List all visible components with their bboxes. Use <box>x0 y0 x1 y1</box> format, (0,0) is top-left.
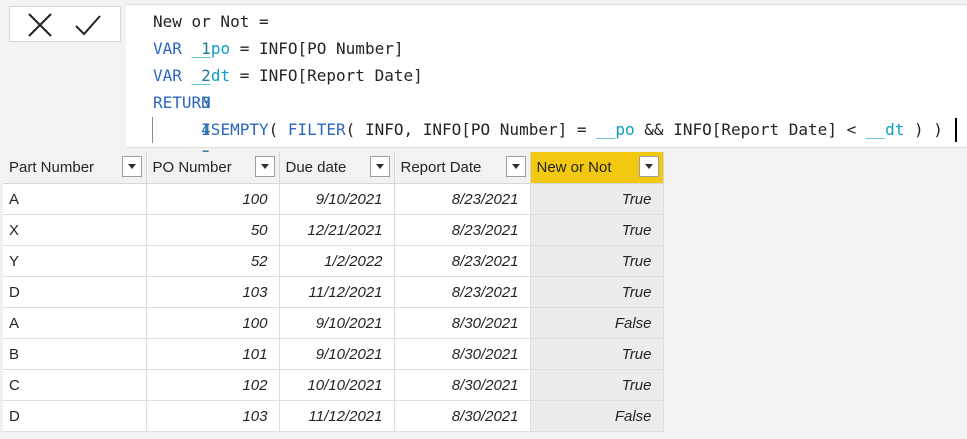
cell-due-date[interactable]: 11/12/2021 <box>279 400 395 432</box>
cell-new-or-not[interactable]: False <box>530 400 664 432</box>
expression-text: ) ) <box>904 120 943 139</box>
cell-report-date[interactable]: 8/23/2021 <box>394 214 531 246</box>
chevron-down-icon[interactable] <box>254 156 275 177</box>
measure-declaration: New or Not = <box>153 12 269 31</box>
expression-text: ( <box>268 120 288 139</box>
column-header-report-date[interactable]: Report Date <box>394 152 531 184</box>
column-header-label: PO Number <box>152 159 232 176</box>
table-row: A 100 9/10/2021 8/23/2021 True <box>3 183 664 215</box>
cell-po-number[interactable]: 102 <box>146 369 280 401</box>
chevron-down-icon[interactable] <box>369 156 390 177</box>
function-filter: FILTER <box>287 120 346 139</box>
column-header-part-number[interactable]: Part Number <box>3 152 147 184</box>
variable-dt: __dt <box>191 66 231 85</box>
cell-due-date[interactable]: 12/21/2021 <box>279 214 395 246</box>
expression-text: ( INFO, INFO[PO Number] = <box>345 120 597 139</box>
function-isempty: ISEMPTY <box>201 120 269 139</box>
cancel-formula-button[interactable] <box>26 11 54 39</box>
cell-part-number[interactable]: D <box>3 276 147 308</box>
code-line-2: 2 VAR __po = INFO[PO Number] <box>126 35 403 85</box>
header-row: Part Number PO Number Due date Report Da… <box>3 152 664 184</box>
table-row: B 101 9/10/2021 8/30/2021 True <box>3 338 664 370</box>
cell-po-number[interactable]: 103 <box>146 400 280 432</box>
dax-formula-editor[interactable]: 1 New or Not = 2 VAR __po = INFO[PO Number… <box>126 4 967 166</box>
column-header-label: Report Date <box>400 159 482 176</box>
close-icon <box>28 13 52 37</box>
table-row: D 103 11/12/2021 8/30/2021 False <box>3 400 664 432</box>
chevron-down-icon[interactable] <box>121 156 142 177</box>
code-line-3: 3 VAR __dt = INFO[Report Date] <box>126 62 423 112</box>
table-row: X 50 12/21/2021 8/23/2021 True <box>3 214 664 246</box>
cell-due-date[interactable]: 9/10/2021 <box>279 307 395 339</box>
cell-po-number[interactable]: 101 <box>146 338 280 370</box>
column-header-due-date[interactable]: Due date <box>279 152 395 184</box>
expression-text: = INFO[PO Number] <box>230 39 404 58</box>
cell-po-number[interactable]: 100 <box>146 183 280 215</box>
cell-due-date[interactable]: 9/10/2021 <box>279 183 395 215</box>
expression-text: = INFO[Report Date] <box>230 66 423 85</box>
cell-report-date[interactable]: 8/23/2021 <box>394 183 531 215</box>
cell-part-number[interactable]: X <box>3 214 147 246</box>
data-table: Part Number PO Number Due date Report Da… <box>3 152 664 432</box>
cell-part-number[interactable]: B <box>3 338 147 370</box>
code-line-5: 5 ISEMPTY( FILTER( INFO, INFO[PO Number]… <box>126 116 943 166</box>
cell-report-date[interactable]: 8/30/2021 <box>394 338 531 370</box>
table-row: C 102 10/10/2021 8/30/2021 True <box>3 369 664 401</box>
cell-part-number[interactable]: A <box>3 183 147 215</box>
text-caret <box>955 118 957 142</box>
cell-due-date[interactable]: 10/10/2021 <box>279 369 395 401</box>
cell-new-or-not[interactable]: True <box>530 276 664 308</box>
cell-new-or-not[interactable]: False <box>530 307 664 339</box>
column-header-label: Due date <box>285 159 347 176</box>
cell-report-date[interactable]: 8/23/2021 <box>394 245 531 277</box>
cell-po-number[interactable]: 103 <box>146 276 280 308</box>
column-header-new-or-not[interactable]: New or Not <box>530 152 664 184</box>
cell-due-date[interactable]: 11/12/2021 <box>279 276 395 308</box>
cell-report-date[interactable]: 8/23/2021 <box>394 276 531 308</box>
variable-po: __po <box>596 120 635 139</box>
cell-new-or-not[interactable]: True <box>530 214 664 246</box>
column-header-label: New or Not <box>536 159 612 176</box>
indent-guide <box>152 117 153 143</box>
variable-dt: __dt <box>865 120 905 139</box>
commit-formula-button[interactable] <box>74 11 102 39</box>
table-row: A 100 9/10/2021 8/30/2021 False <box>3 307 664 339</box>
cell-part-number[interactable]: A <box>3 307 147 339</box>
cell-part-number[interactable]: C <box>3 369 147 401</box>
chevron-down-icon[interactable] <box>638 156 659 177</box>
cell-new-or-not[interactable]: True <box>530 245 664 277</box>
keyword-return: RETURN <box>153 93 211 112</box>
code-line-4: 4 RETURN <box>126 89 211 139</box>
cell-part-number[interactable]: D <box>3 400 147 432</box>
cell-due-date[interactable]: 1/2/2022 <box>279 245 395 277</box>
column-header-po-number[interactable]: PO Number <box>146 152 280 184</box>
table-row: Y 52 1/2/2022 8/23/2021 True <box>3 245 664 277</box>
formula-bar: 1 New or Not = 2 VAR __po = INFO[PO Number… <box>0 0 967 166</box>
table-grid: Part Number PO Number Due date Report Da… <box>3 152 664 432</box>
expression-text: && INFO[Report Date] < <box>634 120 866 139</box>
variable-po: __po <box>191 39 231 58</box>
formula-actions <box>9 6 121 42</box>
code-line-1: 1 New or Not = <box>126 8 269 58</box>
chevron-down-icon[interactable] <box>505 156 526 177</box>
cell-new-or-not[interactable]: True <box>530 369 664 401</box>
keyword-var: VAR <box>153 66 182 85</box>
cell-new-or-not[interactable]: True <box>530 183 664 215</box>
keyword-var: VAR <box>153 39 182 58</box>
cell-po-number[interactable]: 50 <box>146 214 280 246</box>
cell-report-date[interactable]: 8/30/2021 <box>394 369 531 401</box>
check-icon <box>75 15 101 36</box>
column-header-label: Part Number <box>9 159 95 176</box>
table-row: D 103 11/12/2021 8/23/2021 True <box>3 276 664 308</box>
cell-po-number[interactable]: 52 <box>146 245 280 277</box>
cell-report-date[interactable]: 8/30/2021 <box>394 307 531 339</box>
cell-po-number[interactable]: 100 <box>146 307 280 339</box>
cell-report-date[interactable]: 8/30/2021 <box>394 400 531 432</box>
cell-new-or-not[interactable]: True <box>530 338 664 370</box>
cell-due-date[interactable]: 9/10/2021 <box>279 338 395 370</box>
cell-part-number[interactable]: Y <box>3 245 147 277</box>
